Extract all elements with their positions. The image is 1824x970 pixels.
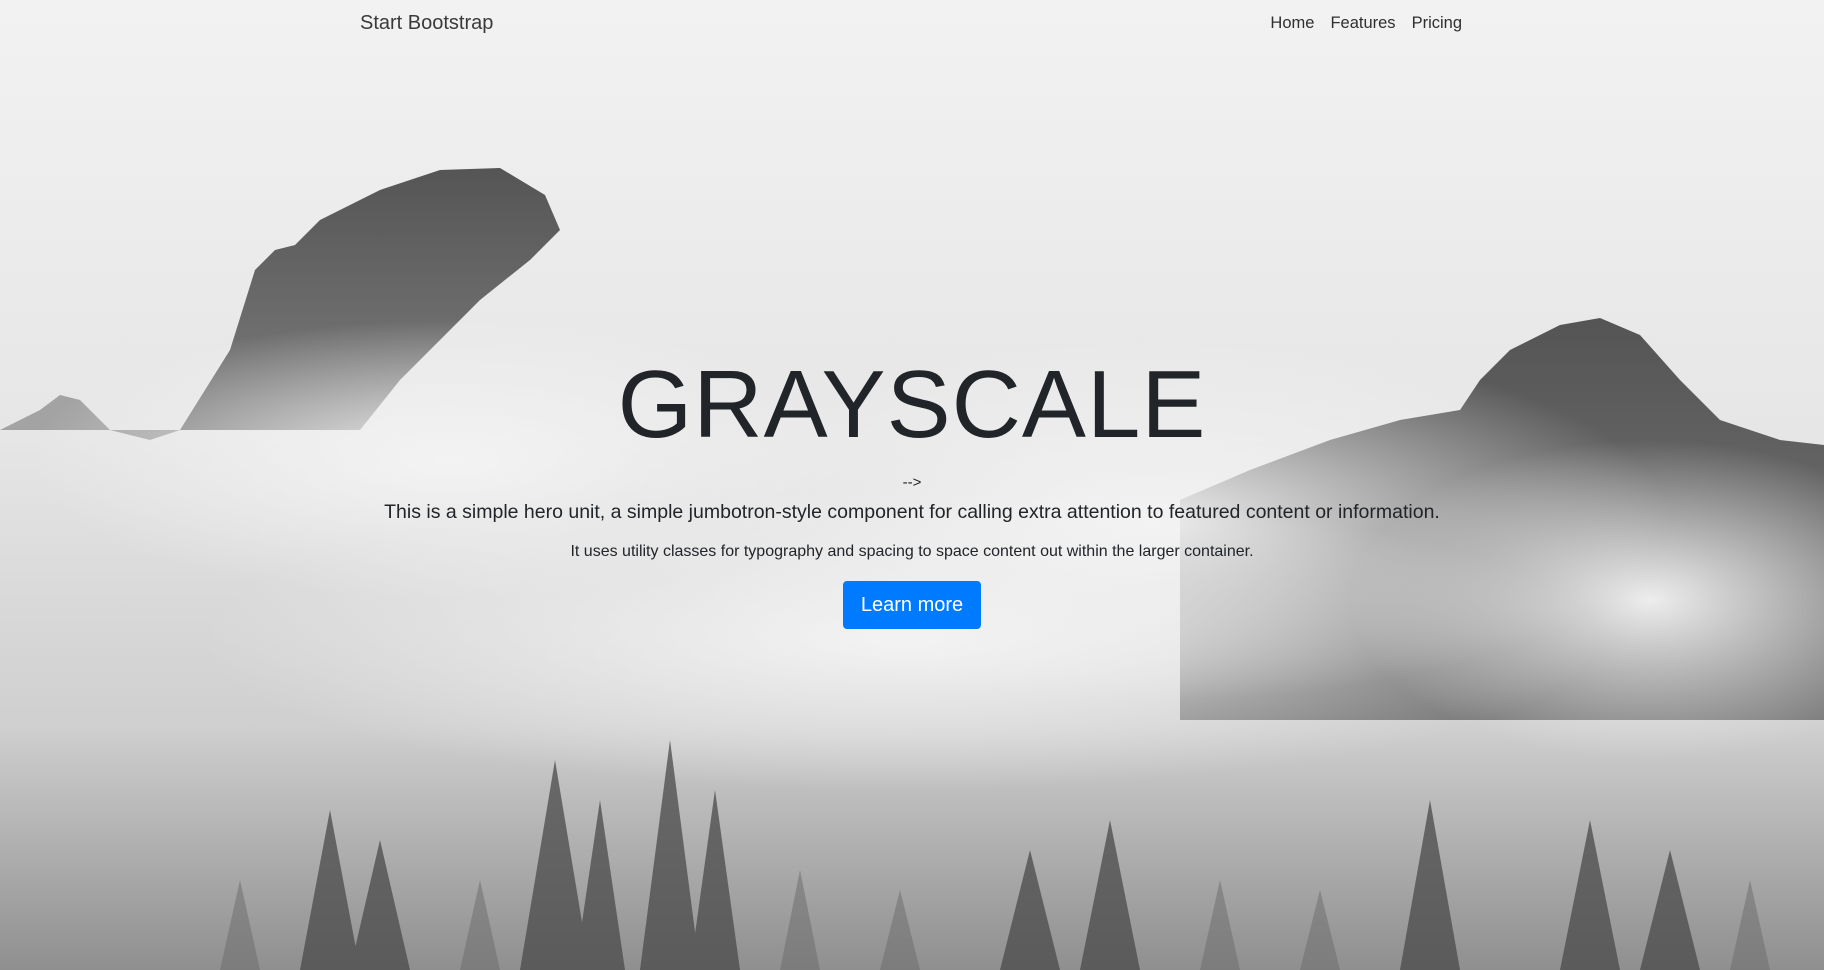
hero-section: GRAYSCALE --> This is a simple hero unit… — [0, 345, 1824, 629]
hero-sub-text: It uses utility classes for typography a… — [570, 543, 1254, 560]
nav-link-features[interactable]: Features — [1330, 14, 1395, 33]
hero-lead-text: This is a simple hero unit, a simple jum… — [384, 501, 1440, 523]
nav-link-home[interactable]: Home — [1270, 14, 1314, 33]
nav-link-pricing[interactable]: Pricing — [1412, 14, 1462, 33]
navbar: Start Bootstrap Home Features Pricing — [0, 0, 1824, 48]
hero-title: GRAYSCALE — [617, 351, 1207, 458]
brand-link[interactable]: Start Bootstrap — [360, 12, 493, 35]
page: Start Bootstrap Home Features Pricing GR… — [0, 0, 1824, 970]
nav-links: Home Features Pricing — [1270, 14, 1462, 33]
hero-arrow-text: --> — [902, 474, 922, 491]
learn-more-button[interactable]: Learn more — [842, 581, 982, 629]
